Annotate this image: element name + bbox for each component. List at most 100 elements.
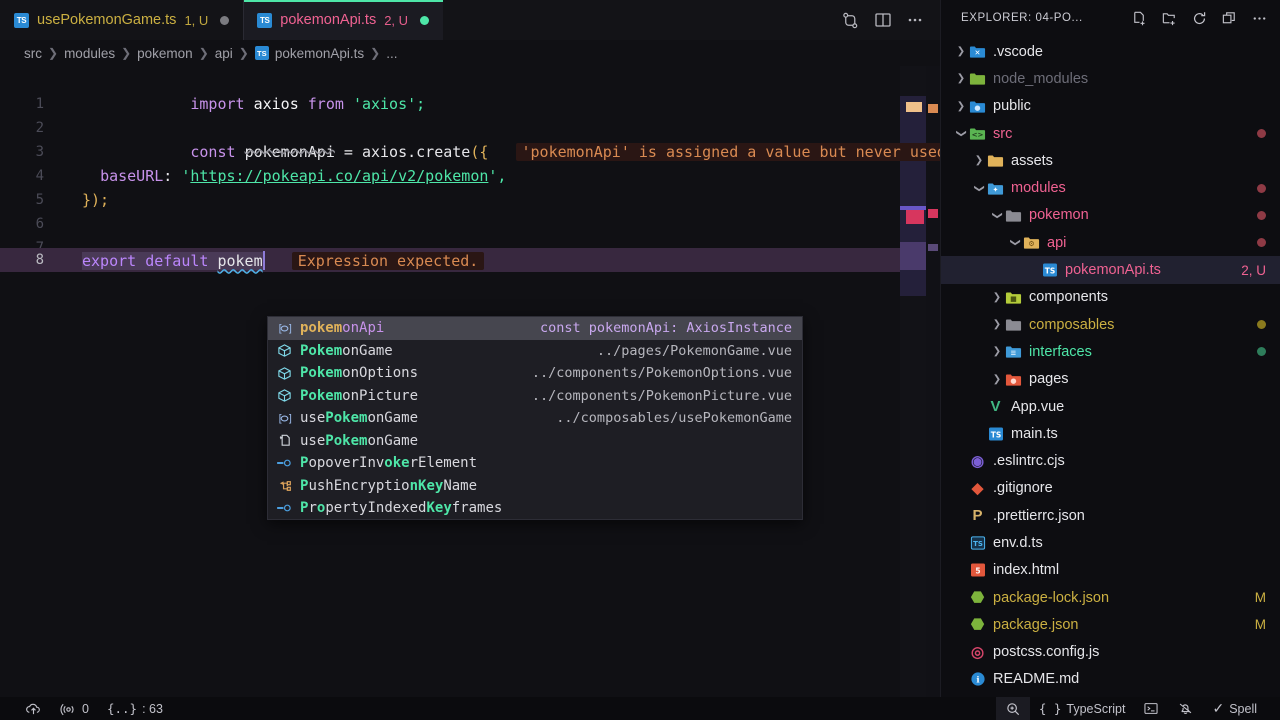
chevron-right-icon[interactable]: ❯: [953, 101, 969, 112]
line-number: 8: [35, 252, 44, 268]
suggest-item-PopoverInvokerElement[interactable]: PopoverInvokerElement: [268, 452, 802, 475]
tree-item-badge: M: [1254, 617, 1266, 633]
chevron-down-icon[interactable]: ❯: [989, 210, 1005, 221]
explorer-title: EXPLORER: 04-PO...: [961, 12, 1083, 24]
tree-item-label: README.md: [993, 671, 1080, 688]
tree-item-status-dot: [1257, 238, 1266, 248]
suggest-item-usePokemonGame-composable[interactable]: [ ] usePokemonGame ../composables/usePok…: [268, 407, 802, 430]
file-tree[interactable]: ❯ ✕ .vscode ❯ node_modules ❯ ● public ❯ <> src ❯ ass…: [941, 36, 1280, 697]
remote-cloud-icon[interactable]: [16, 697, 51, 720]
svg-text:[: [: [277, 414, 283, 425]
new-file-icon[interactable]: [1131, 10, 1148, 27]
code-editor[interactable]: 1 import axios from 'axios'; 2 3 const p…: [0, 66, 940, 697]
tree-item-package-json[interactable]: ⬣ package.json M: [941, 611, 1280, 638]
tree-item-readme-md[interactable]: i README.md: [941, 666, 1280, 693]
refresh-icon[interactable]: [1191, 10, 1208, 27]
suggest-item-PushEncryptionKeyName[interactable]: PushEncryptionKeyName: [268, 475, 802, 498]
tab-label: usePokemonGame.ts: [37, 12, 177, 28]
more-actions-icon[interactable]: [906, 11, 924, 29]
chevron-down-icon[interactable]: ❯: [953, 128, 969, 139]
suggestion-widget[interactable]: [ ] pokemonApi const pokemonApi: AxiosIn…: [267, 316, 803, 520]
token-keyword: import: [190, 95, 245, 113]
tree-item-components[interactable]: ❯ ■ components: [941, 284, 1280, 311]
tree-item-api[interactable]: ❯ ⚙ api: [941, 229, 1280, 256]
variable-icon: [ ]: [276, 412, 292, 425]
new-folder-icon[interactable]: [1161, 10, 1178, 27]
breadcrumb-src[interactable]: src: [24, 46, 42, 61]
chevron-right-icon[interactable]: ❯: [989, 374, 1005, 385]
api-folder-icon: ⚙: [1023, 234, 1040, 251]
tab-usePokemonGame[interactable]: TS usePokemonGame.ts 1, U: [0, 0, 244, 40]
tree-item-prettierrc-json[interactable]: P .prettierrc.json: [941, 502, 1280, 529]
tree-item-app-vue[interactable]: V App.vue: [941, 393, 1280, 420]
svg-text:<>: <>: [972, 130, 984, 139]
chevron-right-icon: ❯: [370, 46, 381, 60]
chevron-right-icon[interactable]: ❯: [989, 292, 1005, 303]
breadcrumb-pokemon[interactable]: pokemon: [137, 46, 193, 61]
tree-item-interfaces[interactable]: ❯ ≡ interfaces: [941, 338, 1280, 365]
chevron-down-icon[interactable]: ❯: [971, 183, 987, 194]
suggest-item-PropertyIndexedKeyframes[interactable]: PropertyIndexedKeyframes: [268, 497, 802, 519]
variable-icon: [ ]: [276, 322, 292, 335]
tree-item-src[interactable]: ❯ <> src: [941, 120, 1280, 147]
suggest-label: PokemonGame: [300, 343, 393, 359]
chevron-right-icon[interactable]: ❯: [971, 155, 987, 166]
chars-count: : 63: [142, 701, 163, 716]
tree-item-public[interactable]: ❯ ● public: [941, 93, 1280, 120]
spell-check-indicator[interactable]: ✓ Spell: [1203, 697, 1266, 720]
tree-item-modules[interactable]: ❯ ✦ modules: [941, 174, 1280, 201]
typescript-file-icon: TS: [1041, 262, 1058, 279]
chevron-down-icon[interactable]: ❯: [1007, 237, 1023, 248]
code-line-5: 5 });: [0, 188, 940, 212]
terminal-icon[interactable]: [1134, 697, 1168, 720]
tree-item-assets[interactable]: ❯ assets: [941, 147, 1280, 174]
chars-indicator[interactable]: {..} : 63: [98, 697, 172, 720]
svg-text:✦: ✦: [993, 185, 999, 194]
unsaved-dot-icon[interactable]: [420, 15, 430, 25]
tree-item-vscode[interactable]: ❯ ✕ .vscode: [941, 38, 1280, 65]
tree-item-pokemon[interactable]: ❯ pokemon: [941, 202, 1280, 229]
split-diff-icon[interactable]: [841, 11, 860, 30]
language-mode[interactable]: { } TypeScript: [1030, 697, 1135, 720]
zoom-search-icon[interactable]: [995, 697, 1030, 720]
split-editor-icon[interactable]: [874, 11, 892, 29]
explorer-more-icon[interactable]: [1251, 10, 1268, 27]
tree-item-package-lock-json[interactable]: ⬣ package-lock.json M: [941, 584, 1280, 611]
tree-item-main-ts[interactable]: TS main.ts: [941, 420, 1280, 447]
chevron-right-icon[interactable]: ❯: [989, 346, 1005, 357]
tree-item-postcss-config-js[interactable]: ◎ postcss.config.js: [941, 639, 1280, 666]
tree-item-composables[interactable]: ❯ composables: [941, 311, 1280, 338]
tree-item-eslintrc-cjs[interactable]: ◉ .eslintrc.cjs: [941, 447, 1280, 474]
unsaved-dot-icon[interactable]: [220, 15, 230, 25]
breadcrumb-api[interactable]: api: [215, 46, 233, 61]
breadcrumb-modules[interactable]: modules: [64, 46, 115, 61]
tree-item-env-d-ts[interactable]: TS env.d.ts: [941, 529, 1280, 556]
token-url-link[interactable]: https://pokeapi.co/api/v2/pokemon: [190, 167, 488, 185]
chevron-right-icon[interactable]: ❯: [989, 319, 1005, 330]
tab-pokemonApi[interactable]: TS pokemonApi.ts 2, U: [243, 0, 444, 40]
chevron-right-icon[interactable]: ❯: [953, 46, 969, 57]
suggest-item-PokemonPicture[interactable]: PokemonPicture ../components/PokemonPict…: [268, 385, 802, 408]
tree-item-index-html[interactable]: 5 index.html: [941, 557, 1280, 584]
problems-indicator[interactable]: 0: [51, 697, 98, 720]
breadcrumb-file[interactable]: pokemonApi.ts: [275, 46, 364, 61]
token-keyword: from: [307, 95, 344, 113]
breadcrumb[interactable]: src ❯ modules ❯ pokemon ❯ api ❯ TS pokem…: [0, 40, 940, 66]
suggest-item-PokemonOptions[interactable]: PokemonOptions ../components/PokemonOpti…: [268, 362, 802, 385]
breadcrumb-symbol[interactable]: ...: [386, 46, 397, 61]
code-line-8: 8 export default pokem Expression expect…: [0, 248, 940, 272]
svg-text:≡: ≡: [1011, 349, 1017, 358]
tab-badge: 1, U: [184, 12, 209, 28]
tree-item-node-modules[interactable]: ❯ node_modules: [941, 65, 1280, 92]
tree-item-pages[interactable]: ❯ ● pages: [941, 366, 1280, 393]
chevron-right-icon[interactable]: ❯: [953, 73, 969, 84]
suggest-item-PokemonGame[interactable]: PokemonGame ../pages/PokemonGame.vue: [268, 340, 802, 363]
collapse-all-icon[interactable]: [1221, 10, 1238, 27]
tree-item-pokemonapi-ts[interactable]: TS pokemonApi.ts 2, U: [941, 256, 1280, 284]
tree-item-gitignore[interactable]: ◆ .gitignore: [941, 475, 1280, 502]
tab-badge: 2, U: [384, 12, 409, 28]
bell-slash-icon[interactable]: [1168, 697, 1203, 720]
suggest-item-usePokemonGame-import[interactable]: usePokemonGame: [268, 430, 802, 453]
suggest-item-pokemonApi[interactable]: [ ] pokemonApi const pokemonApi: AxiosIn…: [268, 317, 802, 340]
vue-file-icon: V: [990, 398, 1001, 415]
